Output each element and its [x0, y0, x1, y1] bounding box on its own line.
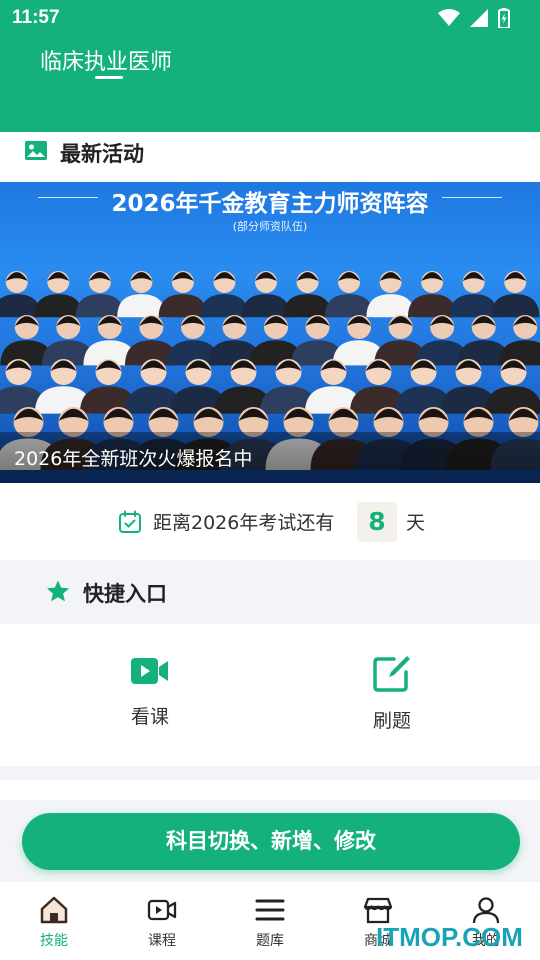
store-icon — [363, 897, 393, 924]
shortcut-section-header: 快捷入口 — [0, 560, 540, 624]
user-icon — [472, 897, 500, 924]
shortcut-panel: 看课 刷题 — [0, 624, 540, 766]
tab-courses[interactable]: 课程 — [127, 896, 197, 950]
teacher-figure-body — [491, 294, 540, 318]
banner-title: 2026年千金教育主力师资阵容 — [111, 191, 429, 217]
shortcut-label: 刷题 — [372, 710, 411, 732]
page-title[interactable]: 临床执业医师 — [40, 44, 172, 76]
tab-label: 技能 — [40, 933, 68, 949]
activity-banner[interactable]: 2026年千金教育主力师资阵容 (部分师资队伍) 2026年全新班次火爆报名中 — [0, 182, 540, 483]
teacher-figure-body — [449, 294, 498, 318]
edit-icon — [373, 656, 410, 692]
menu-icon — [255, 899, 285, 921]
wifi-icon — [438, 9, 460, 26]
star-icon — [47, 580, 69, 602]
watermark-logo: ITMOP.COM — [376, 922, 523, 952]
content-bottom-card — [0, 780, 540, 800]
tab-label: 课程 — [148, 933, 176, 949]
video-icon — [147, 899, 177, 921]
shortcut-title: 快捷入口 — [83, 582, 167, 606]
subject-switch-button[interactable]: 科目切换、新增、修改 — [22, 813, 520, 870]
tab-skills[interactable]: 技能 — [19, 896, 89, 950]
teacher-figure-body — [283, 294, 332, 318]
teacher-figure-body — [200, 294, 249, 318]
shortcut-practice[interactable]: 刷题 — [322, 654, 462, 733]
teacher-figure-body — [75, 294, 125, 318]
app-header: 11:57 临床执业医师 — [0, 0, 540, 132]
exam-countdown: 距离2026年考试还有 8 天 — [0, 483, 540, 560]
image-icon — [25, 141, 47, 160]
teacher-figure-body — [324, 294, 374, 318]
shortcut-label: 看课 — [130, 706, 169, 728]
countdown-days: 8 — [357, 502, 397, 542]
battery-icon — [498, 8, 510, 28]
teacher-figure-body — [158, 294, 208, 318]
home-icon — [40, 896, 68, 924]
activity-title: 最新活动 — [60, 142, 144, 166]
teacher-figure-body — [366, 294, 415, 318]
teacher-figure-body — [34, 294, 83, 318]
activity-section-header: 最新活动 — [0, 132, 540, 182]
title-indicator — [95, 76, 123, 79]
tab-label: 题库 — [256, 933, 284, 949]
status-icons — [438, 8, 510, 28]
status-time: 11:57 — [12, 7, 60, 28]
video-icon — [131, 658, 168, 684]
shortcut-watch-course[interactable]: 看课 — [80, 654, 220, 729]
banner-caption: 2026年全新班次火爆报名中 — [14, 448, 253, 470]
countdown-label: 距离2026年考试还有 — [153, 512, 335, 534]
teacher-figure-body — [117, 294, 166, 318]
signal-icon — [470, 9, 488, 27]
teacher-figure-body — [407, 294, 457, 318]
countdown-unit: 天 — [406, 512, 426, 534]
calendar-check-icon — [119, 510, 141, 533]
status-bar: 11:57 — [0, 0, 540, 36]
tab-question-bank[interactable]: 题库 — [235, 896, 305, 950]
teacher-figure-body — [241, 294, 291, 318]
